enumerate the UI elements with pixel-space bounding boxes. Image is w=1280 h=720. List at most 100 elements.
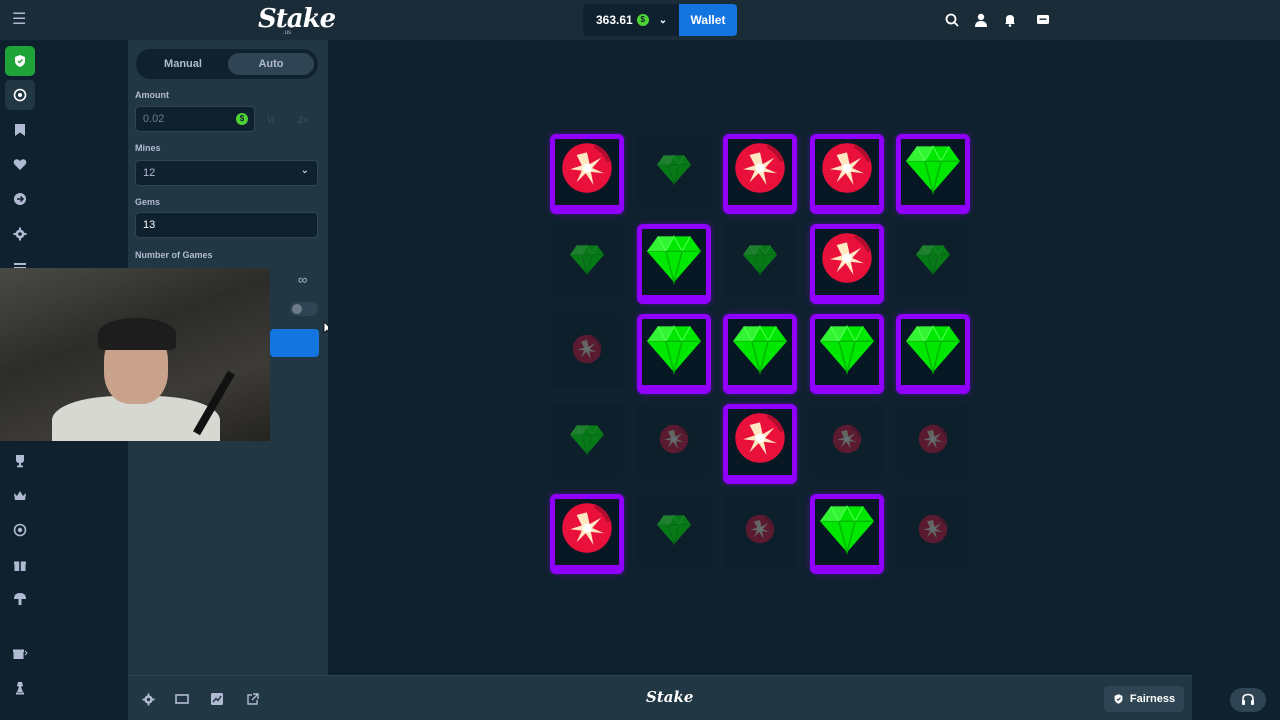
gem-icon: [819, 501, 874, 560]
gem-tile[interactable]: [636, 494, 711, 568]
webcam-overlay: [0, 268, 270, 441]
mine-tile[interactable]: [636, 404, 711, 478]
arrow-icon[interactable]: [10, 189, 30, 209]
crown-icon[interactable]: [10, 486, 30, 506]
start-autobet-button[interactable]: [270, 329, 319, 357]
double-button[interactable]: 2×: [288, 107, 318, 133]
mines-select[interactable]: 12 ⌄: [135, 160, 318, 186]
mine-icon: [745, 514, 775, 549]
search-icon[interactable]: [944, 12, 960, 28]
headset-icon: [1242, 693, 1254, 705]
half-button[interactable]: ½: [256, 107, 286, 133]
gift-more-icon[interactable]: [10, 643, 30, 663]
wallet-button[interactable]: Wallet: [679, 4, 737, 36]
stop-on-profit-toggle[interactable]: [290, 302, 318, 316]
mine-tile[interactable]: [723, 494, 797, 568]
gem-icon: [646, 231, 701, 290]
mine-tile-revealed[interactable]: [550, 494, 624, 574]
balance-selector[interactable]: 363.61 $ ⌄: [583, 4, 679, 36]
settings-icon[interactable]: [140, 691, 156, 707]
menu-icon[interactable]: ☰: [12, 12, 28, 28]
gem-tile-revealed[interactable]: [809, 314, 884, 394]
gem-tile[interactable]: [723, 224, 797, 298]
shield-check-icon: [1114, 694, 1123, 704]
logo-subtext: .us: [283, 30, 292, 36]
games-label: Number of Games: [135, 250, 213, 260]
trophy-icon[interactable]: [10, 451, 30, 471]
amount-input[interactable]: 0.02 $: [135, 106, 255, 132]
popout-icon[interactable]: [244, 691, 260, 707]
heart-icon[interactable]: [10, 154, 30, 174]
target-icon[interactable]: [10, 520, 30, 540]
chevron-down-icon: ⌄: [658, 14, 668, 26]
amount-value: 0.02: [143, 113, 165, 125]
bookmark-icon[interactable]: [10, 120, 30, 140]
coin-icon: $: [636, 14, 649, 26]
amount-label: Amount: [135, 90, 169, 100]
mine-tile[interactable]: [896, 494, 970, 568]
mushroom-icon[interactable]: [10, 589, 30, 609]
mine-icon: [821, 232, 873, 289]
casino-icon[interactable]: [10, 85, 30, 105]
mine-icon: [572, 334, 602, 369]
user-icon[interactable]: [973, 12, 989, 28]
theatre-icon[interactable]: [174, 691, 190, 707]
gem-tile-revealed[interactable]: [636, 224, 711, 304]
mine-tile-revealed[interactable]: [809, 134, 884, 214]
gem-icon: [819, 321, 874, 380]
tab-auto[interactable]: Auto: [228, 53, 314, 75]
chat-icon[interactable]: [1035, 12, 1051, 28]
gem-tile-revealed[interactable]: [723, 314, 797, 394]
shield-icon[interactable]: [10, 51, 30, 71]
stake-logo[interactable]: Stake: [258, 4, 336, 34]
gem-icon: [906, 141, 960, 200]
mine-icon: [918, 424, 948, 459]
gem-icon: [646, 321, 701, 380]
mine-tile[interactable]: [896, 404, 970, 478]
mine-icon: [734, 142, 786, 199]
balance-value: 363.61: [596, 13, 633, 27]
mine-tile-revealed[interactable]: [809, 224, 884, 304]
fairness-label: Fairness: [1129, 693, 1176, 705]
gem-icon: [570, 242, 604, 281]
gem-icon: [743, 242, 777, 281]
chevron-down-icon: ⌄: [300, 165, 309, 176]
mine-icon: [561, 142, 613, 199]
gem-icon: [916, 242, 950, 281]
mine-icon: [734, 412, 786, 469]
gem-tile[interactable]: [636, 134, 711, 208]
chart-icon[interactable]: [209, 691, 225, 707]
game-footer: Stake Fairness: [128, 675, 1192, 720]
gem-tile[interactable]: [550, 224, 624, 298]
settings-icon[interactable]: [10, 224, 30, 244]
gem-tile[interactable]: [550, 404, 624, 478]
mine-icon: [659, 424, 689, 459]
gem-icon: [733, 321, 787, 380]
gem-tile-revealed[interactable]: [636, 314, 711, 394]
bell-icon[interactable]: [1002, 12, 1018, 28]
chess-icon[interactable]: [10, 678, 30, 698]
mine-tile[interactable]: [550, 314, 624, 388]
infinity-icon[interactable]: ∞: [298, 272, 307, 287]
gem-icon: [656, 512, 691, 551]
support-button[interactable]: [1230, 688, 1266, 712]
tab-manual[interactable]: Manual: [140, 53, 226, 75]
mine-icon: [561, 502, 613, 559]
gem-icon: [570, 422, 604, 461]
gems-label: Gems: [135, 197, 161, 207]
mine-tile-revealed[interactable]: [723, 404, 797, 484]
gem-tile-revealed[interactable]: [809, 494, 884, 574]
right-margin: [1192, 40, 1280, 720]
mine-tile-revealed[interactable]: [723, 134, 797, 214]
mine-tile-revealed[interactable]: [550, 134, 624, 214]
mines-game-area: [328, 40, 1192, 675]
fairness-button[interactable]: Fairness: [1104, 686, 1184, 712]
gift-icon[interactable]: [10, 555, 30, 575]
gems-field: 13: [135, 212, 318, 238]
streamer-cap: [98, 318, 176, 350]
gem-tile[interactable]: [896, 224, 970, 298]
mine-tile[interactable]: [809, 404, 884, 478]
mines-value: 12: [143, 167, 156, 179]
gem-tile-revealed[interactable]: [896, 134, 970, 214]
gem-tile-revealed[interactable]: [896, 314, 970, 394]
